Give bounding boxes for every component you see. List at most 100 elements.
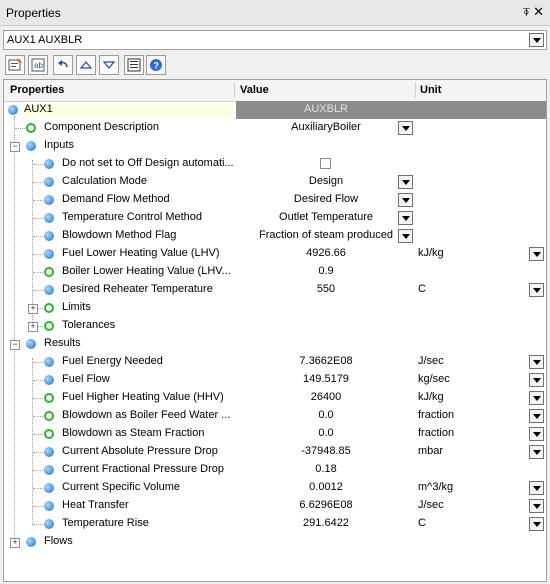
chevron-down-icon[interactable] <box>529 409 544 423</box>
chevron-down-icon[interactable] <box>398 229 413 243</box>
results-group-row[interactable]: − Results <box>4 335 546 353</box>
column-header-properties[interactable]: Properties <box>10 84 64 96</box>
collapse-icon[interactable]: − <box>10 340 20 350</box>
property-value[interactable]: 26400 <box>236 391 416 403</box>
chevron-down-icon[interactable] <box>398 193 413 207</box>
property-row[interactable]: Heat Transfer 6.6296E08 J/sec <box>4 497 546 515</box>
status-ring-icon <box>44 393 54 403</box>
status-ball-icon <box>44 231 54 241</box>
property-row[interactable]: Demand Flow Method Desired Flow <box>4 191 546 209</box>
chevron-down-icon[interactable] <box>529 427 544 441</box>
property-row[interactable]: Fuel Flow 149.5179 kg/sec <box>4 371 546 389</box>
property-value[interactable]: 0.18 <box>236 463 416 475</box>
property-value[interactable]: Fraction of steam produced <box>236 229 416 241</box>
property-row[interactable]: Fuel Lower Heating Value (LHV) 4926.66 kJ/… <box>4 245 546 263</box>
root-name: AUX1 <box>24 103 234 117</box>
property-row[interactable]: Temperature Control Method Outlet Tempera… <box>4 209 546 227</box>
object-selector[interactable]: AUX1 AUXBLR <box>3 30 547 50</box>
root-row[interactable]: AUX1 AUXBLR <box>4 101 546 119</box>
chevron-down-icon[interactable] <box>398 211 413 225</box>
chevron-down-icon[interactable] <box>398 175 413 189</box>
property-row[interactable]: Boiler Lower Heating Value (LHV... 0.9 <box>4 263 546 281</box>
chevron-down-icon[interactable] <box>529 445 544 459</box>
inputs-group-label: Inputs <box>44 139 74 151</box>
property-value[interactable]: Desired Flow <box>236 193 416 205</box>
property-label: Tolerances <box>62 319 116 331</box>
chevron-down-icon[interactable] <box>529 33 544 47</box>
property-row[interactable]: Calculation Mode Design <box>4 173 546 191</box>
property-row[interactable]: Current Fractional Pressure Drop 0.18 <box>4 461 546 479</box>
status-ball-icon <box>44 285 54 295</box>
property-row[interactable]: Fuel Energy Needed 7.3662E08 J/sec <box>4 353 546 371</box>
property-row[interactable]: Do not set to Off Design automati... <box>4 155 546 173</box>
column-header-value[interactable]: Value <box>240 84 269 96</box>
property-value[interactable]: Design <box>236 175 416 187</box>
chevron-down-icon[interactable] <box>529 373 544 387</box>
property-value[interactable]: 7.3662E08 <box>236 355 416 367</box>
property-row[interactable]: Desired Reheater Temperature 550 C <box>4 281 546 299</box>
property-unit: kg/sec <box>418 373 450 385</box>
property-value[interactable]: 0.0012 <box>236 481 416 493</box>
property-row[interactable]: Current Specific Volume 0.0012 m^3/kg <box>4 479 546 497</box>
property-value[interactable]: 149.5179 <box>236 373 416 385</box>
undo-icon[interactable] <box>53 55 73 75</box>
chevron-down-icon[interactable] <box>529 517 544 531</box>
property-value[interactable]: 0.9 <box>236 265 416 277</box>
close-icon[interactable]: ✕ <box>533 4 544 20</box>
property-value[interactable]: -37948.85 <box>236 445 416 457</box>
property-value[interactable]: 291.6422 <box>236 517 416 529</box>
property-label: Limits <box>62 301 91 313</box>
panel-title: Properties <box>6 6 61 20</box>
collapse-icon[interactable]: − <box>10 142 20 152</box>
chevron-down-icon[interactable] <box>529 481 544 495</box>
flows-group-row[interactable]: + Flows <box>4 533 546 551</box>
status-ball-icon <box>44 177 54 187</box>
status-ball-icon <box>44 213 54 223</box>
property-value[interactable]: 0.0 <box>236 409 416 421</box>
property-row[interactable]: + Tolerances <box>4 317 546 335</box>
svg-text:ab: ab <box>34 61 43 70</box>
property-row[interactable]: Current Absolute Pressure Drop -37948.85 m… <box>4 443 546 461</box>
property-row[interactable]: Fuel Higher Heating Value (HHV) 26400 kJ/k… <box>4 389 546 407</box>
status-ball-icon <box>44 447 54 457</box>
expand-icon[interactable]: + <box>10 538 20 548</box>
chevron-down-icon[interactable] <box>529 283 544 297</box>
property-label: Fuel Energy Needed <box>62 355 163 367</box>
property-value[interactable]: 6.6296E08 <box>236 499 416 511</box>
expand-icon[interactable]: + <box>28 322 38 332</box>
property-row[interactable]: Blowdown Method Flag Fraction of steam pr… <box>4 227 546 245</box>
expand-icon[interactable]: + <box>28 304 38 314</box>
chevron-down-icon[interactable] <box>398 121 413 135</box>
status-ball-icon <box>44 195 54 205</box>
properties-icon[interactable] <box>5 55 25 75</box>
property-unit: fraction <box>418 427 455 439</box>
component-description-row[interactable]: Component Description AuxiliaryBoiler <box>4 119 546 137</box>
move-up-icon[interactable] <box>76 55 96 75</box>
property-value[interactable]: Outlet Temperature <box>236 211 416 223</box>
chevron-down-icon[interactable] <box>529 247 544 261</box>
column-header-unit[interactable]: Unit <box>420 84 441 96</box>
property-row[interactable]: Blowdown as Steam Fraction 0.0 fraction <box>4 425 546 443</box>
property-row[interactable]: + Limits <box>4 299 546 317</box>
property-value[interactable]: 0.0 <box>236 427 416 439</box>
property-label: Boiler Lower Heating Value (LHV... <box>62 265 231 277</box>
status-ball-icon <box>44 159 54 169</box>
pin-icon[interactable]: ⍕ <box>523 5 530 20</box>
property-pages-icon[interactable] <box>124 55 144 75</box>
property-row[interactable]: Temperature Rise 291.6422 C <box>4 515 546 533</box>
property-unit: mbar <box>418 445 444 457</box>
property-unit: C <box>418 283 426 295</box>
chevron-down-icon[interactable] <box>529 499 544 513</box>
property-value[interactable]: 4926.66 <box>236 247 416 259</box>
chevron-down-icon[interactable] <box>529 391 544 405</box>
categorized-icon[interactable]: ab <box>28 55 48 75</box>
chevron-down-icon[interactable] <box>529 355 544 369</box>
property-row[interactable]: Blowdown as Boiler Feed Water ... 0.0 frac… <box>4 407 546 425</box>
property-value[interactable]: 550 <box>236 283 416 295</box>
property-label: Blowdown Method Flag <box>62 229 177 241</box>
help-icon[interactable]: ? <box>146 55 166 75</box>
property-grid: Properties Value Unit AUX1 AUXBLR Compon… <box>3 79 547 582</box>
move-down-icon[interactable] <box>99 55 119 75</box>
checkbox[interactable] <box>320 158 331 169</box>
inputs-group-row[interactable]: − Inputs <box>4 137 546 155</box>
